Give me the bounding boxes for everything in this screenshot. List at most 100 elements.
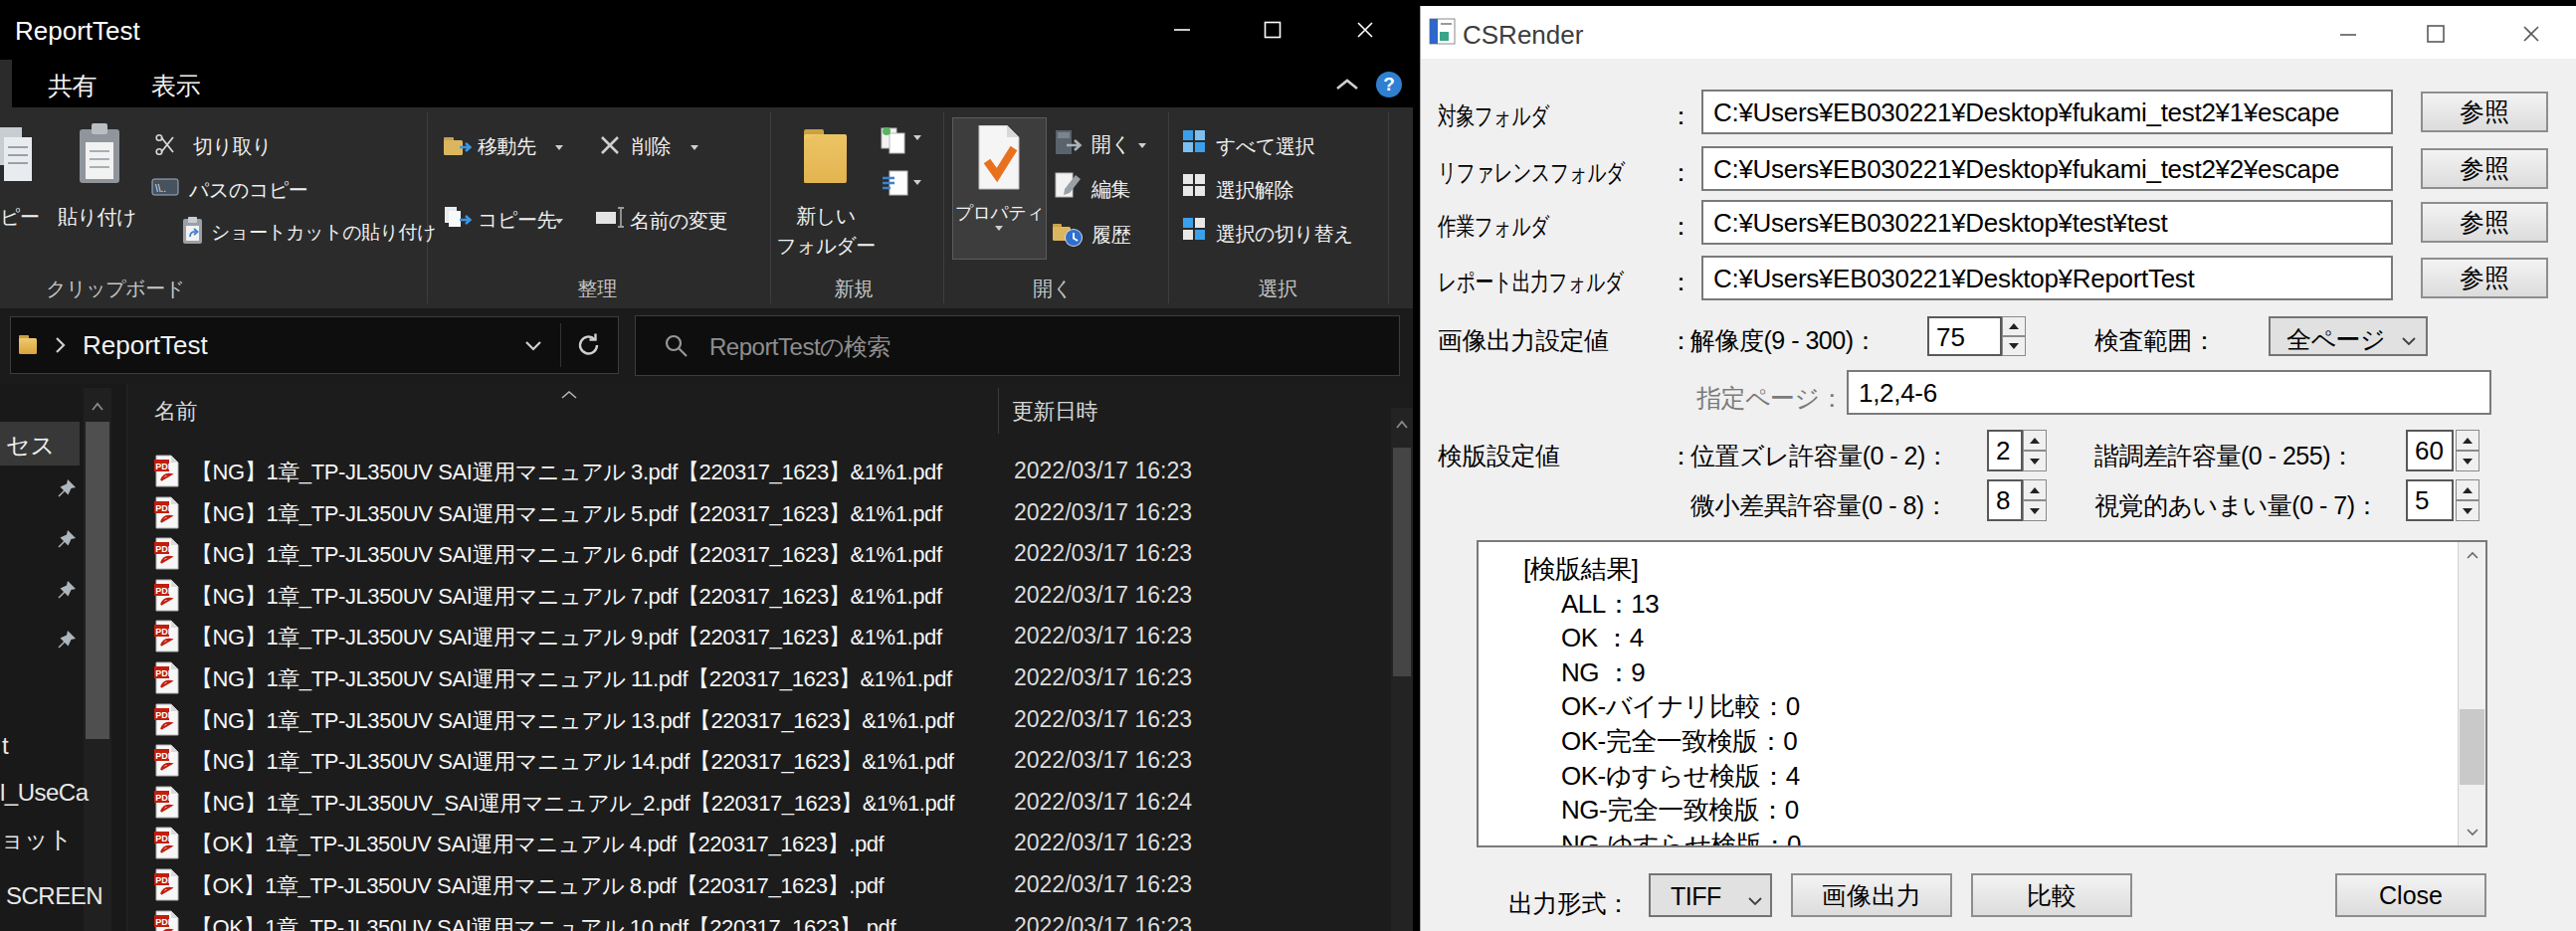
address-dropdown-icon[interactable] (523, 339, 543, 357)
paste-button-label[interactable]: 貼り付け (58, 204, 136, 231)
micro-diff-input[interactable]: 8 (1987, 479, 2023, 521)
file-list-area: セス t l_UseCa ョット SCREEN 名前 更新日時 PDF【NG】 (0, 384, 1413, 931)
file-list-scrollbar[interactable] (1391, 408, 1413, 931)
folder-field-label: 対象フォルダ (1438, 99, 1549, 132)
sidebar-scrollbar-thumb[interactable] (86, 422, 109, 739)
sidebar-item[interactable]: SCREEN (6, 882, 102, 910)
copy-path-button[interactable]: パスのコピー (189, 177, 307, 204)
select-all-button[interactable]: すべて選択 (1216, 133, 1314, 160)
tab-share[interactable]: 共有 (48, 70, 97, 102)
results-scroll-up-icon[interactable] (2459, 542, 2485, 569)
rename-button[interactable]: 名前の変更 (630, 208, 727, 235)
folder-icon (19, 329, 43, 365)
file-row[interactable]: PDF【OK】1章_TP-JL350UV SAI運用マニュアル 4.pdf【22… (139, 822, 1389, 863)
close-button[interactable] (1330, 0, 1400, 60)
file-row[interactable]: PDF【OK】1章_TP-JL350UV SAI運用マニュアル 8.pdf【22… (139, 863, 1389, 905)
folder-path-input[interactable]: C:¥Users¥EB030221¥Desktop¥test¥test (1701, 200, 2393, 245)
position-tolerance-input[interactable]: 2 (1987, 430, 2023, 471)
help-icon[interactable]: ? (1376, 72, 1402, 97)
compare-button[interactable]: 比較 (1971, 873, 2132, 917)
browse-button[interactable]: 参照 (2421, 258, 2548, 298)
csrender-maximize-button[interactable] (2416, 20, 2456, 48)
breadcrumb[interactable]: ReportTest (83, 330, 208, 361)
tab-view[interactable]: 表示 (151, 70, 200, 102)
open-button[interactable]: 開く (1091, 131, 1130, 158)
file-row[interactable]: PDF【NG】1章_TP-JL350UV SAI運用マニュアル 5.pdf【22… (139, 491, 1389, 533)
file-row[interactable]: PDF【NG】1章_TP-JL350UV SAI運用マニュアル 7.pdf【22… (139, 574, 1389, 616)
pages-input[interactable]: 1,2,4-6 (1847, 370, 2491, 415)
file-row[interactable]: PDF【NG】1章_TP-JL350UV SAI運用マニュアル 9.pdf【22… (139, 615, 1389, 656)
copy-to-icon (444, 206, 474, 236)
csrender-minimize-button[interactable] (2328, 20, 2368, 48)
file-row[interactable]: PDF【NG】1章_TP-JL350UV_SAI運用マニュアル_2.pdf【22… (139, 781, 1389, 823)
browse-button[interactable]: 参照 (2421, 148, 2548, 189)
output-format-dropdown[interactable]: TIFF (1649, 873, 1772, 917)
cut-button[interactable]: 切り取り (193, 133, 272, 160)
invert-selection-button[interactable]: 選択の切り替え (1216, 221, 1353, 248)
file-row[interactable]: PDF【NG】1章_TP-JL350UV SAI運用マニュアル 6.pdf【22… (139, 532, 1389, 574)
file-row[interactable]: PDF【NG】1章_TP-JL350UV SAI運用マニュアル 13.pdf【2… (139, 698, 1389, 740)
browse-button[interactable]: 参照 (2421, 92, 2548, 132)
select-none-button[interactable]: 選択解除 (1216, 177, 1293, 204)
sidebar-scrollbar[interactable] (84, 388, 111, 931)
copy-to-button[interactable]: コピー先 (478, 207, 556, 234)
move-to-button[interactable]: 移動先 (478, 133, 536, 160)
delete-button[interactable]: 削除 (632, 133, 671, 160)
file-row[interactable]: PDF【NG】1章_TP-JL350UV SAI運用マニュアル 14.pdf【2… (139, 739, 1389, 781)
address-bar[interactable]: ReportTest (10, 316, 619, 374)
new-folder-label-line1[interactable]: 新しい (776, 203, 876, 230)
ribbon-collapse-icon[interactable] (1334, 77, 1360, 96)
properties-button-label[interactable]: プロパティ (952, 201, 1047, 225)
position-tolerance-label: 位置ズレ許容量(0 - 2)： (1690, 440, 1949, 472)
easy-access-icon[interactable] (882, 169, 911, 205)
column-header-modified[interactable]: 更新日時 (1012, 397, 1097, 427)
csrender-close-button[interactable] (2511, 20, 2551, 48)
visual-fuzzy-input[interactable]: 5 (2406, 479, 2454, 521)
file-row[interactable]: PDF【OK】1章_TP-JL350UV SAI運用マニュアル 10.pdf【2… (139, 905, 1389, 931)
resolution-input[interactable]: 75 (1927, 316, 2002, 356)
sidebar-item[interactable]: l_UseCa (0, 779, 89, 807)
sidebar-item-quick-access[interactable]: セス (0, 422, 80, 466)
copy-button-label-partial[interactable]: ピー (0, 204, 39, 231)
sidebar-item[interactable]: ョット (0, 824, 72, 855)
tab-file-partial[interactable] (0, 60, 12, 107)
refresh-icon[interactable] (574, 330, 604, 364)
file-scroll-up-icon[interactable] (1395, 416, 1409, 434)
folder-field-label: リファレンスフォルダ (1438, 156, 1625, 189)
close-button-csrender[interactable]: Close (2335, 873, 2486, 917)
file-list-scrollbar-thumb[interactable] (1393, 448, 1411, 676)
browse-button[interactable]: 参照 (2421, 202, 2548, 243)
maximize-button[interactable] (1238, 0, 1307, 60)
new-item-icon[interactable] (880, 123, 911, 159)
svg-text:PDF: PDF (155, 916, 174, 926)
folder-path-input[interactable]: C:¥Users¥EB030221¥Desktop¥ReportTest (1701, 256, 2393, 300)
sidebar-item[interactable]: t (2, 732, 8, 760)
edit-button[interactable]: 編集 (1091, 176, 1130, 203)
column-header-name[interactable]: 名前 (154, 397, 197, 427)
copy-icon[interactable] (0, 125, 38, 189)
explorer-window-title: ReportTest (15, 16, 140, 47)
tone-tolerance-input[interactable]: 60 (2406, 430, 2454, 471)
pdf-file-icon: PDF (153, 455, 180, 491)
history-button[interactable]: 履歴 (1091, 222, 1130, 249)
results-scroll-down-icon[interactable] (2459, 819, 2485, 845)
minimize-button[interactable] (1147, 0, 1217, 60)
range-dropdown[interactable]: 全ページ (2269, 316, 2428, 356)
results-textarea[interactable]: [検版結果]ALL：13OK ：4NG ：9OK-バイナリ比較：0OK-完全一致… (1477, 540, 2487, 847)
paste-shortcut-button[interactable]: ショートカットの貼り付け (211, 220, 436, 246)
search-box[interactable]: ReportTestの検索 (635, 315, 1400, 376)
results-scrollbar-thumb[interactable] (2460, 709, 2484, 785)
file-row[interactable]: PDF【NG】1章_TP-JL350UV SAI運用マニュアル 11.pdf【2… (139, 656, 1389, 698)
folder-path-input[interactable]: C:¥Users¥EB030221¥Desktop¥fukami_test2¥2… (1701, 146, 2393, 191)
new-folder-label-line2[interactable]: フォルダー (776, 233, 876, 260)
folder-path-input[interactable]: C:¥Users¥EB030221¥Desktop¥fukami_test2¥1… (1701, 90, 2393, 134)
paste-icon[interactable] (78, 123, 121, 189)
breadcrumb-chevron-icon (53, 335, 67, 359)
file-row[interactable]: PDF【NG】1章_TP-JL350UV SAI運用マニュアル 3.pdf【22… (139, 450, 1389, 491)
new-folder-icon[interactable] (802, 125, 850, 189)
results-scrollbar[interactable] (2458, 542, 2485, 845)
results-line: NG-ゆすらせ検版：0 (1561, 828, 1801, 847)
select-none-icon (1182, 173, 1208, 203)
image-output-button[interactable]: 画像出力 (1791, 873, 1952, 917)
sidebar-scroll-up-icon[interactable] (91, 398, 104, 416)
